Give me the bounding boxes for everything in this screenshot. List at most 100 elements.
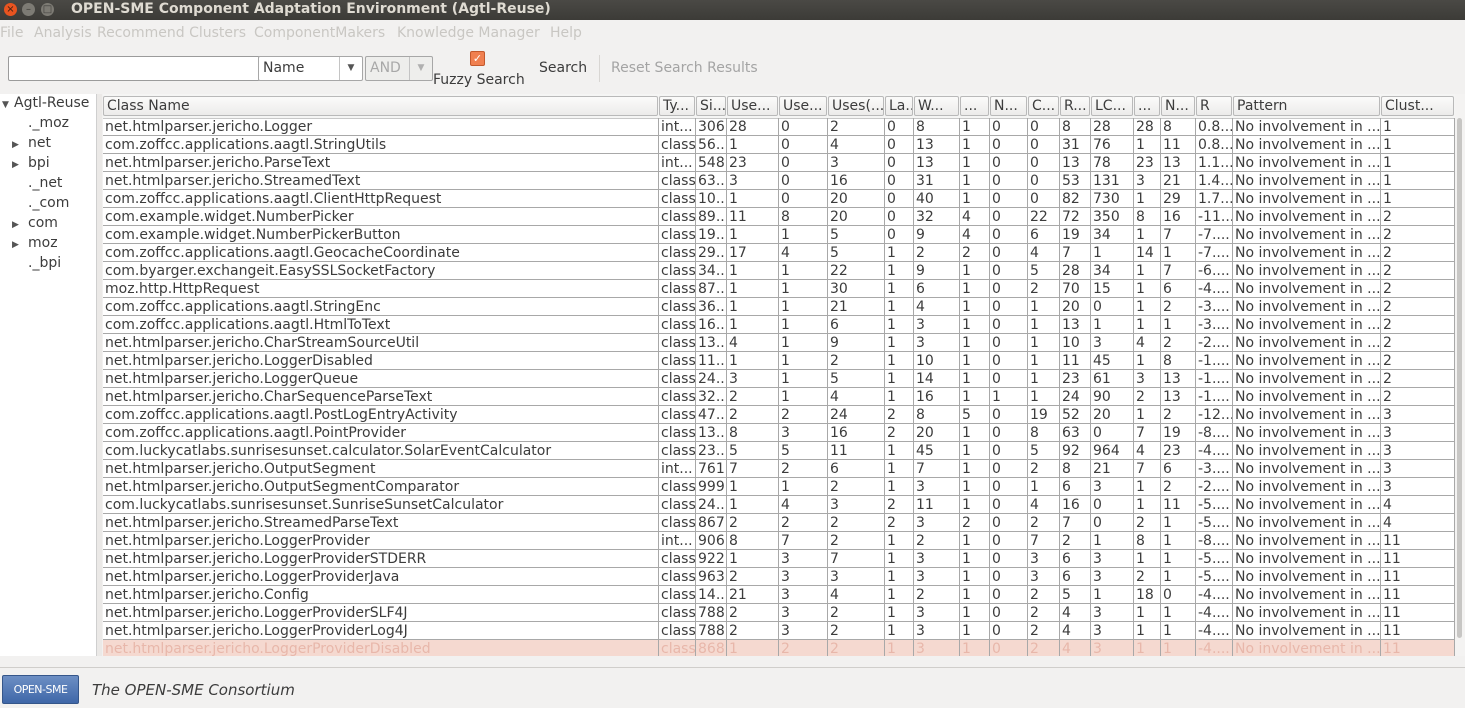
table-row[interactable]: net.htmlparser.jericho.StreamedParseText… bbox=[103, 514, 1455, 532]
column-header[interactable]: R... bbox=[1060, 96, 1090, 116]
table-row[interactable]: net.htmlparser.jericho.LoggerProviderDis… bbox=[103, 640, 1455, 656]
table-row[interactable]: net.htmlparser.jericho.LoggerProviderSTD… bbox=[103, 550, 1455, 568]
table-row[interactable]: net.htmlparser.jericho.ParseText int... 54… bbox=[103, 154, 1455, 172]
column-header[interactable]: C... bbox=[1028, 96, 1059, 116]
collapsed-arrow-icon[interactable]: ▶ bbox=[12, 140, 24, 150]
column-header[interactable]: ... bbox=[960, 96, 989, 116]
scrollbar-thumb[interactable] bbox=[1457, 118, 1462, 638]
table-row[interactable]: com.example.widget.NumberPickerButton cla… bbox=[103, 226, 1455, 244]
table-row[interactable]: net.htmlparser.jericho.LoggerProviderLog… bbox=[103, 622, 1455, 640]
minimize-window-icon[interactable]: – bbox=[22, 3, 35, 16]
column-header[interactable]: N... bbox=[1161, 96, 1195, 116]
pane-splitter[interactable] bbox=[97, 94, 102, 656]
table-cell: 6 bbox=[828, 316, 885, 334]
chevron-down-icon[interactable]: ▼ bbox=[339, 57, 362, 80]
field-combo-value: Name bbox=[263, 60, 305, 76]
menu-analysis[interactable]: Analysis bbox=[34, 25, 92, 41]
operator-combo[interactable]: AND ▼ bbox=[365, 56, 433, 81]
column-header[interactable]: W... bbox=[914, 96, 959, 116]
tree-node[interactable]: ._bpi bbox=[28, 255, 61, 271]
table-row[interactable]: net.htmlparser.jericho.LoggerProviderSLF… bbox=[103, 604, 1455, 622]
search-input[interactable] bbox=[8, 56, 260, 81]
menu-componentmakers[interactable]: ComponentMakers bbox=[254, 25, 385, 41]
expanded-arrow-icon[interactable]: ▼ bbox=[2, 100, 14, 110]
table-cell: 922 bbox=[696, 550, 727, 568]
table-cell: -4.... bbox=[1196, 640, 1233, 656]
package-tree[interactable]: ▼ Agtl-Reuse ._moz ▶ net ▶ bpi ._net ._com … bbox=[0, 94, 97, 656]
tree-node[interactable]: ▶ com bbox=[12, 215, 58, 231]
table-cell: 6 bbox=[1060, 478, 1091, 496]
maximize-window-icon[interactable]: □ bbox=[41, 3, 54, 16]
collapsed-arrow-icon[interactable]: ▶ bbox=[12, 220, 24, 230]
table-row[interactable]: net.htmlparser.jericho.LoggerProviderJav… bbox=[103, 568, 1455, 586]
tree-node[interactable]: ._net bbox=[28, 175, 62, 191]
table-row[interactable]: net.htmlparser.jericho.OutputSegmentComp… bbox=[103, 478, 1455, 496]
column-header[interactable]: LC... bbox=[1091, 96, 1133, 116]
fuzzy-search-checkbox[interactable]: ✓ bbox=[470, 51, 485, 66]
tree-node[interactable]: ▶ bpi bbox=[12, 155, 50, 171]
vertical-scrollbar[interactable] bbox=[1455, 94, 1465, 656]
table-row[interactable]: com.zoffcc.applications.aagtl.PointProvi… bbox=[103, 424, 1455, 442]
column-header[interactable]: Pattern bbox=[1233, 96, 1380, 116]
column-header[interactable]: La... bbox=[885, 96, 913, 116]
table-row[interactable]: com.zoffcc.applications.aagtl.PostLogEnt… bbox=[103, 406, 1455, 424]
tree-node[interactable]: ▶ net bbox=[12, 135, 51, 151]
table-row[interactable]: com.zoffcc.applications.aagtl.StringEnc c… bbox=[103, 298, 1455, 316]
table-cell: 1 bbox=[885, 478, 914, 496]
collapsed-arrow-icon[interactable]: ▶ bbox=[12, 160, 24, 170]
column-header[interactable]: Si... bbox=[696, 96, 726, 116]
table-row[interactable]: com.luckycatlabs.sunrisesunset.calculato… bbox=[103, 442, 1455, 460]
tree-node-root[interactable]: ▼ Agtl-Reuse bbox=[2, 95, 89, 111]
table-row[interactable]: net.htmlparser.jericho.CharSequenceParse… bbox=[103, 388, 1455, 406]
table-row[interactable]: com.byarger.exchangeit.EasySSLSocketFact… bbox=[103, 262, 1455, 280]
table-row[interactable]: net.htmlparser.jericho.OutputSegment int.… bbox=[103, 460, 1455, 478]
menu-help[interactable]: Help bbox=[550, 25, 582, 41]
table-row[interactable]: net.htmlparser.jericho.LoggerQueue class 2… bbox=[103, 370, 1455, 388]
column-header[interactable]: Ty... bbox=[659, 96, 695, 116]
column-header[interactable]: R bbox=[1196, 96, 1232, 116]
table-row[interactable]: com.zoffcc.applications.aagtl.HtmlToText… bbox=[103, 316, 1455, 334]
table-row[interactable]: net.htmlparser.jericho.StreamedText class… bbox=[103, 172, 1455, 190]
table-cell: 21 bbox=[828, 298, 885, 316]
table-cell: 23... bbox=[696, 442, 727, 460]
table-row[interactable]: net.htmlparser.jericho.LoggerDisabled cla… bbox=[103, 352, 1455, 370]
table-row[interactable]: com.example.widget.NumberPicker class 89..… bbox=[103, 208, 1455, 226]
search-button[interactable]: Search bbox=[539, 60, 587, 76]
table-row[interactable]: net.htmlparser.jericho.Config class 14... 2… bbox=[103, 586, 1455, 604]
close-window-icon[interactable]: × bbox=[4, 3, 17, 16]
menu-knowledge-manager[interactable]: Knowledge Manager bbox=[397, 25, 540, 41]
column-header[interactable]: Use... bbox=[727, 96, 778, 116]
menu-file[interactable]: File bbox=[0, 25, 23, 41]
tree-node[interactable]: ._moz bbox=[28, 115, 69, 131]
table-cell: 2 bbox=[828, 478, 885, 496]
table-row[interactable]: net.htmlparser.jericho.Logger int... 306 28… bbox=[103, 118, 1455, 136]
table-row[interactable]: com.zoffcc.applications.aagtl.ClientHttp… bbox=[103, 190, 1455, 208]
table-row[interactable]: com.luckycatlabs.sunrisesunset.SunriseSu… bbox=[103, 496, 1455, 514]
column-header[interactable]: Use... bbox=[779, 96, 827, 116]
column-header[interactable]: N... bbox=[990, 96, 1027, 116]
reset-search-results-button[interactable]: Reset Search Results bbox=[611, 60, 758, 76]
table-cell: class bbox=[659, 316, 696, 334]
tree-node[interactable]: ._com bbox=[28, 195, 69, 211]
table-row[interactable]: com.zoffcc.applications.aagtl.GeocacheCo… bbox=[103, 244, 1455, 262]
table-row[interactable]: net.htmlparser.jericho.CharStreamSourceU… bbox=[103, 334, 1455, 352]
column-header[interactable]: ... bbox=[1134, 96, 1160, 116]
table-cell: 1 bbox=[1134, 280, 1161, 298]
collapsed-arrow-icon[interactable]: ▶ bbox=[12, 240, 24, 250]
column-header[interactable]: Class Name bbox=[103, 96, 658, 116]
table-cell: 8 bbox=[1134, 208, 1161, 226]
table-cell: 24... bbox=[696, 496, 727, 514]
table-row[interactable]: moz.http.HttpRequest class 87... 1 1 30 1 6 1 0 2 7… bbox=[103, 280, 1455, 298]
table-cell: 2 bbox=[1134, 568, 1161, 586]
class-table[interactable]: Class Name Ty... Si... Use... Use... Uses(...… bbox=[103, 94, 1455, 656]
table-cell: 1.4... bbox=[1196, 172, 1233, 190]
tree-node[interactable]: ▶ moz bbox=[12, 235, 58, 251]
chevron-down-icon[interactable]: ▼ bbox=[409, 57, 432, 80]
field-combo[interactable]: Name ▼ bbox=[258, 56, 363, 81]
table-row[interactable]: com.zoffcc.applications.aagtl.StringUtil… bbox=[103, 136, 1455, 154]
column-header[interactable]: Uses(... bbox=[828, 96, 884, 116]
column-header[interactable]: Clust... bbox=[1381, 96, 1454, 116]
table-row[interactable]: net.htmlparser.jericho.LoggerProvider int… bbox=[103, 532, 1455, 550]
menu-recommend-clusters[interactable]: Recommend Clusters bbox=[97, 25, 246, 41]
table-cell: 1 bbox=[779, 334, 828, 352]
